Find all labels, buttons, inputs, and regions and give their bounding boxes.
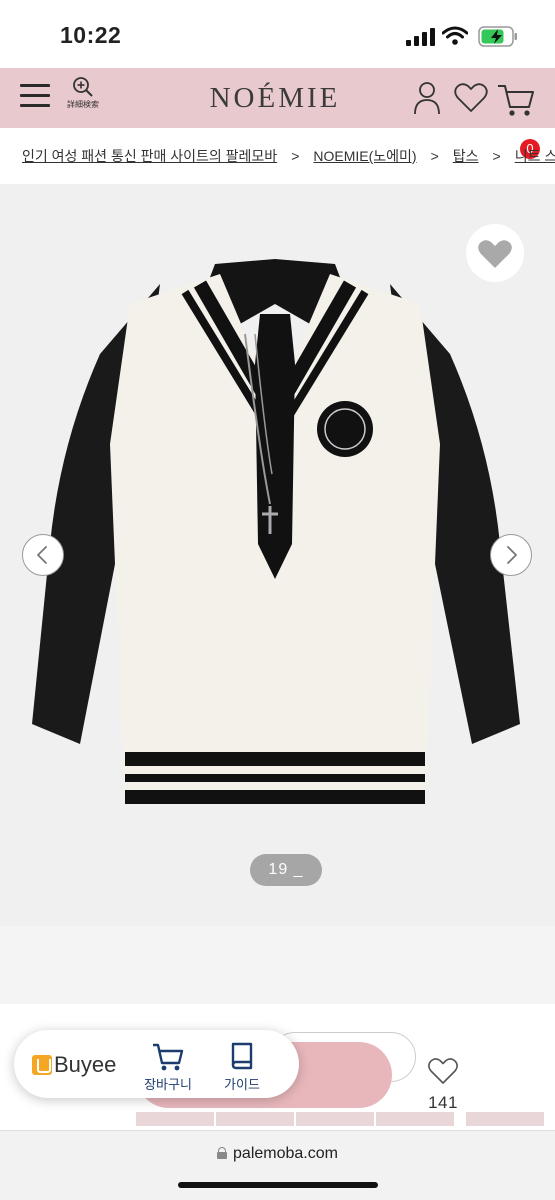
breadcrumb-subcategory[interactable]: 니트 스웨 [515,148,555,164]
prev-image-button[interactable] [22,534,64,576]
detailed-search-button[interactable]: 詳細検索 [64,76,102,122]
buyee-cart-button[interactable]: 장바구니 [138,1042,198,1092]
battery-charging-icon [478,26,517,47]
cart-icon[interactable] [496,80,536,118]
browser-url-bar[interactable]: palemoba.com [0,1130,555,1200]
page: 10:22 詳細検索 NOÉMIE 0 인기 여성 패션 통신 판매 사이트의 … [0,0,555,1200]
chevron-left-icon [37,546,47,564]
breadcrumb-separator: > [291,148,300,164]
wifi-icon [442,26,468,45]
breadcrumb-brand[interactable]: NOEMIE(노에미) [313,148,416,164]
wishlist-heart-icon[interactable] [453,82,489,114]
cart-icon [153,1043,184,1071]
status-bar: 10:22 [0,0,555,68]
heart-outline-icon [428,1058,458,1084]
buyee-guide-button[interactable]: 가이드 [212,1042,272,1092]
buyee-logo[interactable]: Buyee [32,1052,116,1078]
breadcrumb: 인기 여성 패션 통신 판매 사이트의 팔레모바 > NOEMIE(노에미) > 탑스 >… [22,146,555,166]
product-image[interactable] [20,244,530,844]
status-time: 10:22 [60,22,122,48]
breadcrumb-separator: > [492,148,501,164]
url-text: palemoba.com [233,1145,338,1162]
like-button[interactable]: 141 [420,1056,466,1112]
breadcrumb-separator: > [430,148,439,164]
search-label: 詳細検索 [67,100,99,109]
buyee-bag-icon [32,1055,52,1075]
buyee-toolbar: Buyee 장바구니 가이드 [14,1030,299,1098]
section-divider [0,926,555,1004]
image-counter: 19 _ [250,854,322,886]
heart-icon [478,240,512,268]
user-icon[interactable] [412,80,442,116]
next-image-button[interactable] [490,534,532,576]
chevron-right-icon [507,546,517,564]
buyee-cart-label: 장바구니 [144,1077,192,1092]
breadcrumb-home[interactable]: 인기 여성 패션 통신 판매 사이트의 팔레모바 [22,148,277,164]
product-gallery: 19 _ [0,184,555,926]
book-icon [231,1042,253,1070]
site-header: 詳細検索 NOÉMIE 0 [0,68,555,159]
lock-icon [217,1147,228,1159]
buyee-guide-label: 가이드 [224,1077,260,1092]
cellular-signal-icon [406,28,436,46]
favorite-button[interactable] [466,224,524,282]
breadcrumb-category[interactable]: 탑스 [453,148,479,164]
site-logo[interactable]: NOÉMIE [190,82,360,115]
url-field[interactable]: palemoba.com [0,1145,555,1163]
menu-button[interactable] [20,82,52,110]
search-plus-icon [73,77,93,97]
buyee-logo-text: Buyee [54,1052,117,1077]
thumbnail-strip [0,1112,555,1130]
like-count: 141 [428,1093,458,1112]
home-indicator[interactable] [178,1182,378,1188]
